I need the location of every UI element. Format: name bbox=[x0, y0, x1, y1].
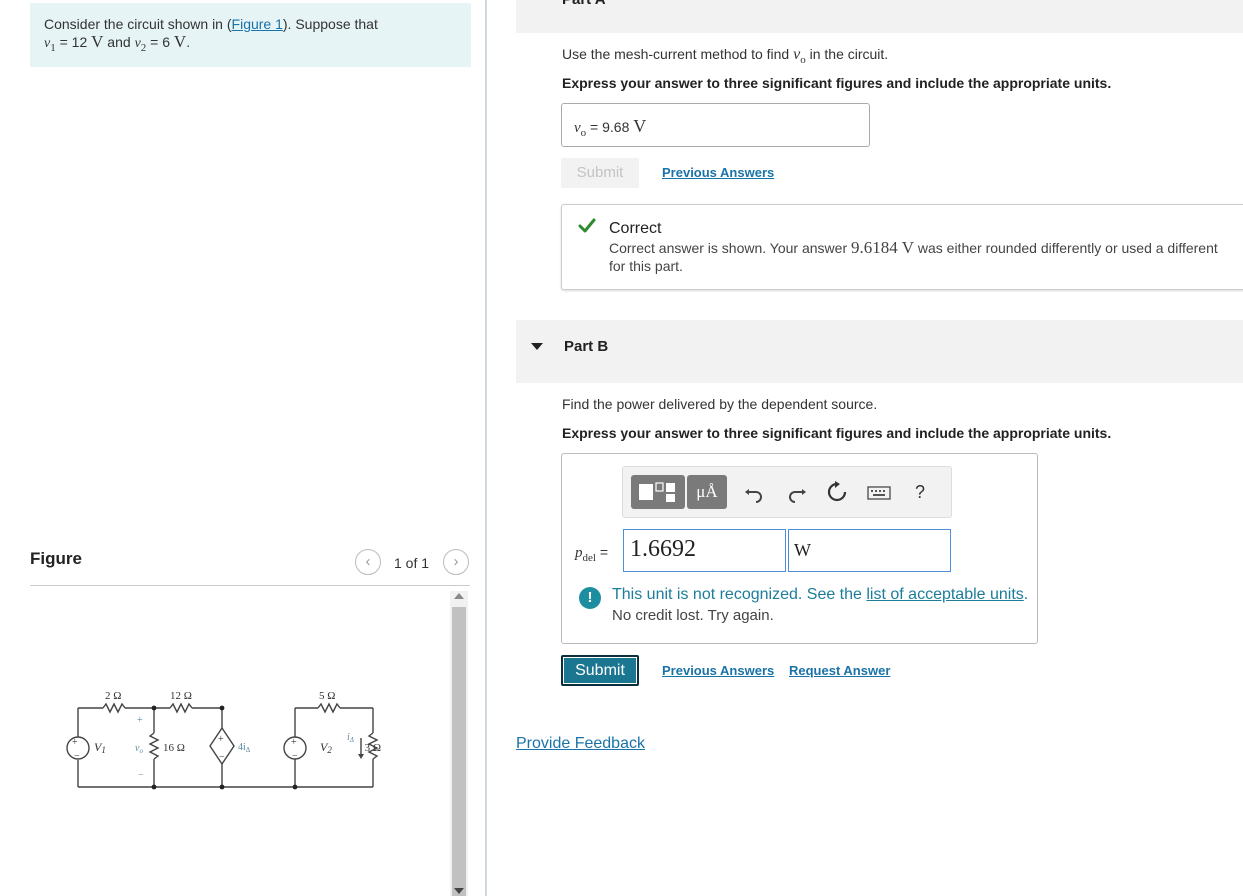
power-value-input[interactable]: 1.6692 bbox=[623, 529, 786, 572]
help-button[interactable]: ? bbox=[915, 482, 925, 503]
part-a-answer-field[interactable]: vo = 9.68 V bbox=[561, 103, 870, 147]
v2-unit: V bbox=[173, 32, 187, 51]
unit-warning-pre: This unit is not recognized. See the bbox=[612, 586, 867, 603]
period-text: . bbox=[186, 34, 191, 50]
part-b-previous-answers-link[interactable]: Previous Answers bbox=[662, 663, 774, 678]
resistor-16-ohm-label: 16 Ω bbox=[163, 742, 185, 754]
pdel-eq: = bbox=[595, 544, 609, 560]
chevron-right-icon: › bbox=[453, 553, 459, 570]
provide-feedback-link[interactable]: Provide Feedback bbox=[516, 735, 645, 753]
part-b-question: Find the power delivered by the dependen… bbox=[562, 396, 878, 412]
v2-value: = 6 bbox=[146, 34, 174, 50]
request-answer-link[interactable]: Request Answer bbox=[789, 663, 890, 678]
correct-msg-line2: for this part. bbox=[609, 258, 683, 274]
checkmark-icon bbox=[578, 218, 596, 233]
svg-text:V2: V2 bbox=[320, 740, 332, 755]
part-a-header[interactable] bbox=[516, 0, 1243, 33]
redo-icon[interactable] bbox=[786, 481, 808, 503]
unit-warning-post: . bbox=[1023, 586, 1029, 603]
part-a-question-post: in the circuit. bbox=[805, 46, 889, 62]
part-a-answer-var: v bbox=[574, 120, 581, 136]
figure-prev-button[interactable]: ‹ bbox=[355, 549, 381, 575]
resistor-2-ohm-label: 2 Ω bbox=[105, 690, 121, 702]
vo-minus-sign: − bbox=[138, 770, 144, 781]
part-b-submit-button[interactable]: Submit bbox=[561, 655, 639, 686]
scroll-down-arrow-icon[interactable] bbox=[454, 888, 464, 894]
figure-heading: Figure bbox=[30, 549, 82, 568]
chevron-left-icon: ‹ bbox=[365, 553, 371, 570]
unit-warning-message: This unit is not recognized. See the lis… bbox=[612, 586, 1028, 604]
pdel-var: p bbox=[575, 545, 583, 561]
scroll-up-arrow-icon[interactable] bbox=[454, 593, 464, 599]
and-text: and bbox=[103, 34, 135, 50]
problem-intro-end: ). Suppose that bbox=[282, 16, 378, 32]
keyboard-icon[interactable] bbox=[867, 481, 891, 503]
svg-text:V1: V1 bbox=[94, 740, 106, 755]
part-a-question: Use the mesh-current method to find vo i… bbox=[562, 46, 888, 66]
part-a-previous-answers-link[interactable]: Previous Answers bbox=[662, 165, 774, 180]
part-a-question-pre: Use the mesh-current method to find bbox=[562, 46, 794, 62]
svg-text:iΔ: iΔ bbox=[347, 732, 354, 744]
v1-minus-sign: − bbox=[74, 751, 80, 762]
v2-plus-sign: + bbox=[291, 737, 297, 748]
v1-plus-sign: + bbox=[72, 737, 78, 748]
part-a-answer-value: = 9.68 bbox=[586, 119, 634, 135]
svg-text:4iΔ: 4iΔ bbox=[238, 742, 251, 754]
power-unit-input[interactable]: W bbox=[788, 529, 951, 572]
part-b-title: Part B bbox=[564, 338, 609, 355]
part-a-instruction: Express your answer to three significant… bbox=[562, 75, 1112, 91]
v1-unit: V bbox=[91, 32, 104, 51]
correct-msg-pre: Correct answer is shown. Your answer bbox=[609, 240, 851, 256]
vo-sub: o bbox=[139, 747, 143, 755]
acceptable-units-link[interactable]: list of acceptable units bbox=[866, 586, 1023, 603]
dep-source-sub: Δ bbox=[246, 746, 251, 754]
svg-text:vo: vo bbox=[135, 743, 143, 755]
figure-link[interactable]: Figure 1 bbox=[232, 16, 283, 32]
correct-msg-post: was either rounded differently or used a… bbox=[913, 240, 1218, 256]
correct-msg-value: 9.6184 V bbox=[851, 239, 914, 257]
no-credit-lost-message: No credit lost. Try again. bbox=[612, 607, 774, 624]
part-b-instruction: Express your answer to three significant… bbox=[562, 425, 1112, 441]
v1-value: = 12 bbox=[55, 34, 92, 50]
dep-plus-sign: + bbox=[218, 734, 224, 745]
dep-minus-sign: − bbox=[219, 752, 225, 763]
part-a-answer-unit: V bbox=[633, 116, 647, 136]
figure-scrollbar-thumb[interactable] bbox=[452, 607, 466, 896]
caret-down-icon[interactable] bbox=[531, 343, 543, 350]
figure-next-button[interactable]: › bbox=[443, 549, 469, 575]
math-toolbar: μÅ ? bbox=[622, 466, 952, 518]
v2-minus-sign: − bbox=[292, 751, 298, 762]
idelta-sub: Δ bbox=[349, 736, 354, 744]
part-a-title: Part A bbox=[562, 0, 606, 8]
pdel-sub: del bbox=[582, 551, 596, 564]
part-b-header[interactable] bbox=[516, 320, 1243, 383]
templates-icon bbox=[639, 482, 675, 502]
exclamation-icon: ! bbox=[579, 587, 601, 609]
v1-source-sub: 1 bbox=[101, 745, 106, 755]
circuit-diagram: 2 Ω 12 Ω 5 Ω 16 Ω 3 Ω + − + − + − + − V1… bbox=[66, 690, 381, 790]
reset-icon[interactable] bbox=[826, 481, 848, 503]
correct-title: Correct bbox=[609, 220, 662, 237]
pdel-label: pdel = bbox=[575, 544, 608, 564]
part-a-submit-button[interactable]: Submit bbox=[561, 158, 639, 188]
correct-message: Correct answer is shown. Your answer 9.6… bbox=[609, 239, 1243, 275]
templates-button[interactable] bbox=[631, 475, 685, 509]
resistor-12-ohm-label: 12 Ω bbox=[170, 690, 192, 702]
pane-divider[interactable] bbox=[485, 0, 487, 896]
v2-source-sub: 2 bbox=[327, 745, 332, 755]
problem-statement: Consider the circuit shown in (Figure 1)… bbox=[30, 3, 471, 67]
figure-divider bbox=[30, 585, 470, 586]
problem-intro-text: Consider the circuit shown in ( bbox=[44, 16, 232, 32]
resistor-3-ohm-label: 3 Ω bbox=[365, 742, 381, 754]
units-button[interactable]: μÅ bbox=[687, 475, 727, 509]
resistor-5-ohm-label: 5 Ω bbox=[319, 690, 335, 702]
figure-pager: 1 of 1 bbox=[394, 555, 430, 571]
vo-plus-sign: + bbox=[137, 715, 143, 726]
undo-icon[interactable] bbox=[743, 481, 765, 503]
